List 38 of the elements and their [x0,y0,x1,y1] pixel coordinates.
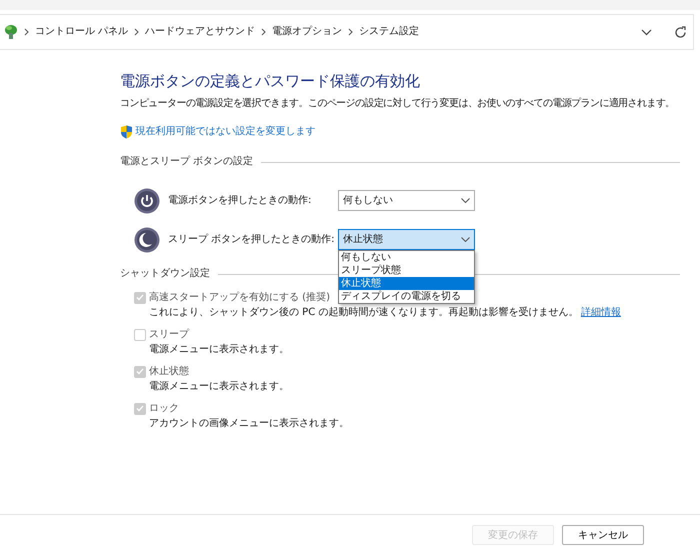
chevron-right-icon [24,28,29,36]
breadcrumb-item[interactable]: 電源オプション [272,25,342,39]
dropdown-option[interactable]: 何もしない [339,251,474,264]
chevron-down-icon [461,237,470,242]
page-title: 電源ボタンの定義とパスワード保護の有効化 [120,72,421,90]
breadcrumb-item[interactable]: コントロール パネル [35,25,128,39]
option-description: 電源メニューに表示されます。 [149,343,290,357]
chevron-right-icon [348,28,354,36]
checkbox-label: ロック [149,402,179,416]
dropdown-option[interactable]: スリープ状態 [339,264,474,277]
chevron-right-icon [261,28,266,36]
admin-settings-link[interactable]: 現在利用可能ではない設定を変更します [136,125,316,139]
checkbox-label: スリープ [149,328,189,342]
chevron-down-icon [461,198,470,203]
refresh-icon[interactable] [674,26,687,38]
page-description: コンピューターの電源設定を選択できます。このページの設定に対して行う変更は、お使いのすべての電源プランに適用されます。 [120,97,676,111]
chevron-down-icon[interactable] [641,28,652,36]
dropdown-option[interactable]: ディスプレイの電源を切る [339,290,474,303]
chevron-right-icon [134,28,140,36]
dropdown-option[interactable]: 休止状態 [339,277,474,290]
breadcrumb-item[interactable]: ハードウェアとサウンド [145,25,256,39]
moon-icon [134,226,160,252]
breadcrumb-item[interactable]: システム設定 [359,25,420,39]
tree-icon [4,24,18,40]
option-description: 電源メニューに表示されます。 [149,380,290,394]
action-label: 電源ボタンを押したときの動作: [168,194,312,208]
action-dropdown[interactable]: 何もしない [338,190,475,211]
dialog-button[interactable]: キャンセル [562,525,644,545]
action-label: スリープ ボタンを押したときの動作: [168,232,336,246]
shield-icon [120,125,133,139]
checkbox-label: 高速スタートアップを有効にする (推奨) [149,290,330,304]
power-icon [134,188,160,214]
section-heading: 電源とスリープ ボタンの設定 [120,155,254,169]
checkbox-label: 休止状態 [149,364,189,378]
option-description: アカウントの画像メニューに表示されます。 [149,417,350,431]
action-dropdown[interactable]: 休止状態 [338,229,475,250]
section-heading: シャットダウン設定 [120,267,210,281]
option-description: これにより、シャットダウン後の PC の起動時間が速くなります。再起動は影響を受けません。 [149,306,578,320]
